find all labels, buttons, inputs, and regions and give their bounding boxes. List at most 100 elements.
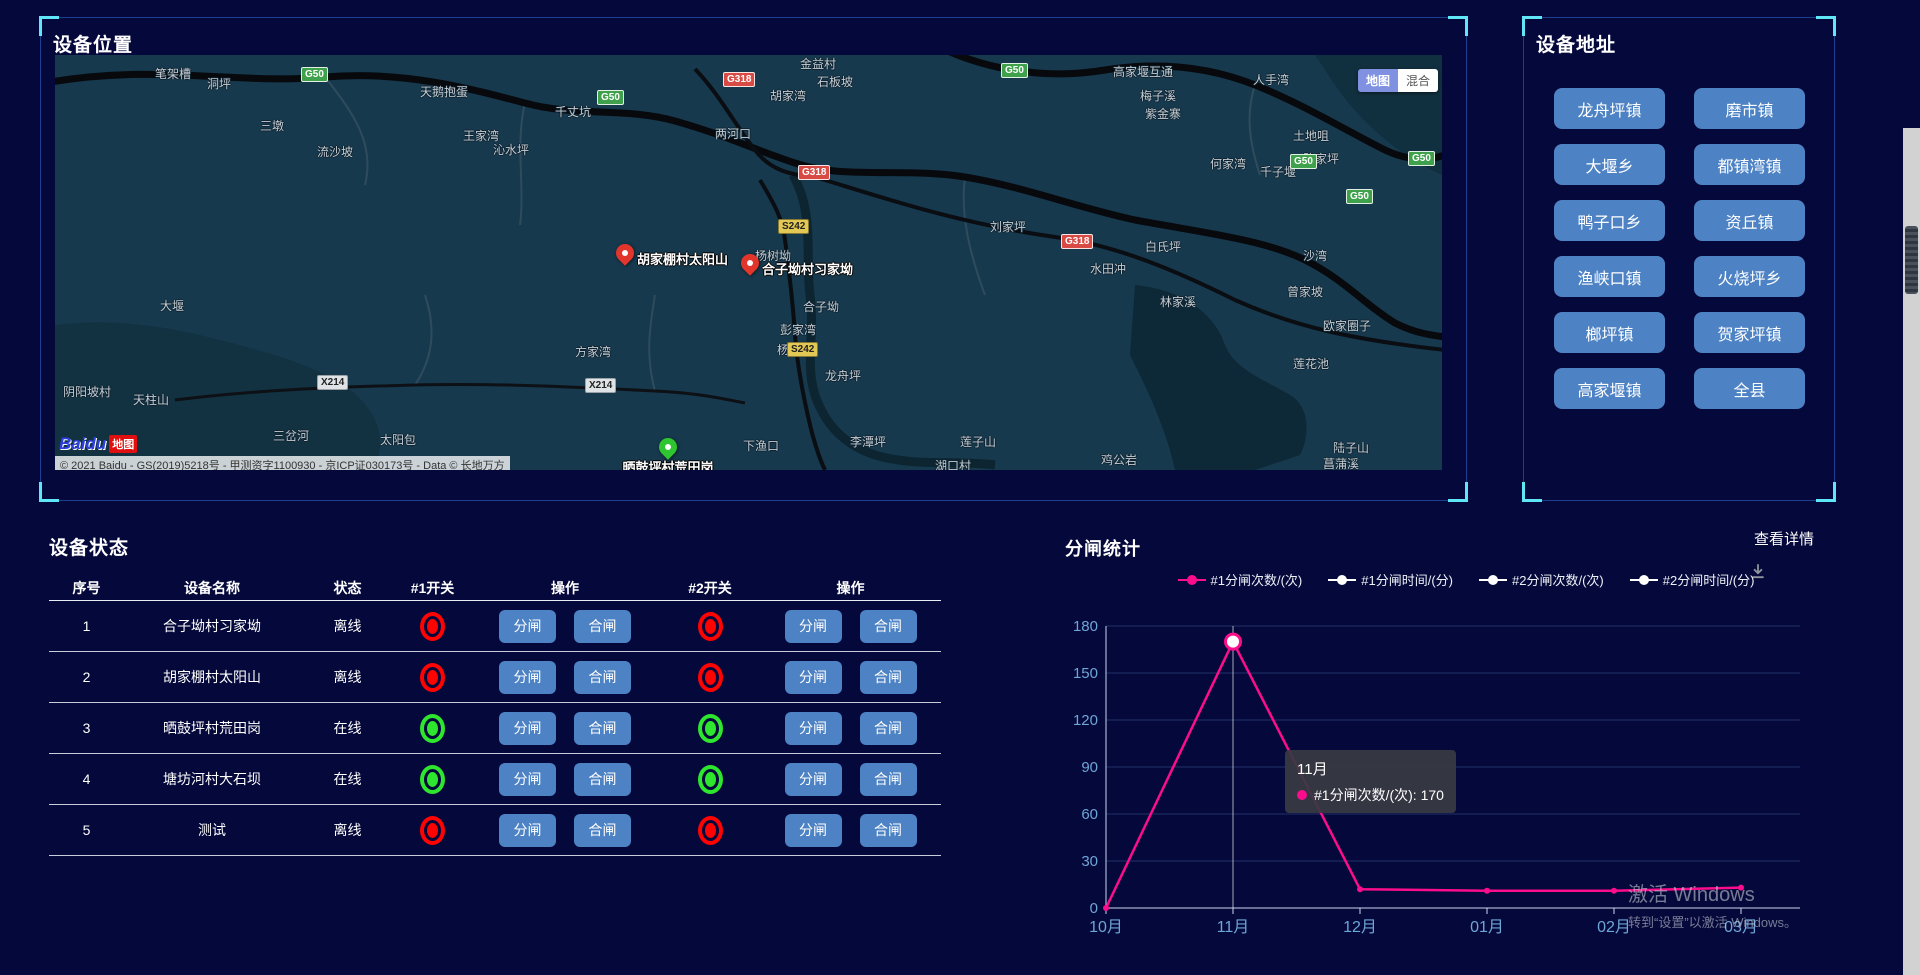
scrollbar-track[interactable] (1903, 128, 1920, 975)
windows-activation-watermark: 激活 Windows 转到“设置”以激活 Windows。 (1628, 878, 1797, 931)
map-place-label: 胡家湾 (770, 87, 806, 104)
legend-item-#1分闸次数/(次)[interactable]: #1分闸次数/(次) (1178, 570, 1303, 589)
legend-item-#2分闸次数/(次)[interactable]: #2分闸次数/(次) (1479, 570, 1604, 589)
address-button-鸭子口乡[interactable]: 鸭子口乡 (1554, 200, 1665, 241)
map-type-control[interactable]: 地图混合 (1358, 69, 1438, 92)
address-button-全县[interactable]: 全县 (1694, 368, 1805, 409)
operation-buttons: 分闸合闸 (499, 661, 631, 694)
close-switch-button[interactable]: 合闸 (860, 610, 917, 643)
cell-index: 2 (49, 669, 124, 685)
cell-device-name: 晒鼓坪村荒田岗 (124, 718, 300, 738)
address-button-渔峡口镇[interactable]: 渔峡口镇 (1554, 256, 1665, 297)
map-place-label: 沁水坪 (493, 141, 529, 158)
address-button-龙舟坪镇[interactable]: 龙舟坪镇 (1554, 88, 1665, 129)
map-marker-label: 胡家棚村太阳山 (637, 249, 728, 268)
cell-status: 离线 (300, 616, 395, 636)
cell-operations1: 分闸合闸 (470, 712, 660, 745)
map-place-label: 菖蒲溪 (1323, 455, 1359, 470)
cell-switch2 (660, 612, 760, 641)
table-header-row: 序号设备名称状态#1开关操作#2开关操作 (49, 575, 941, 601)
switch1-indicator-red (420, 816, 445, 845)
open-switch-button[interactable]: 分闸 (785, 763, 842, 796)
cell-switch2 (660, 663, 760, 692)
address-button-贺家坪镇[interactable]: 贺家坪镇 (1694, 312, 1805, 353)
corner-decoration (1522, 482, 1542, 502)
open-switch-button[interactable]: 分闸 (785, 712, 842, 745)
table-header-cell: #2开关 (660, 578, 760, 598)
address-button-资丘镇[interactable]: 资丘镇 (1694, 200, 1805, 241)
map-type-option-混合[interactable]: 混合 (1398, 69, 1438, 92)
map-place-label: 高家堰互通 (1113, 63, 1173, 80)
map-place-label: 刘家坪 (990, 218, 1026, 235)
road-badge-X214: X214 (317, 375, 348, 390)
scrollbar-thumb[interactable] (1905, 226, 1918, 294)
cell-operations1: 分闸合闸 (470, 763, 660, 796)
watermark-line2: 转到“设置”以激活 Windows。 (1628, 912, 1797, 931)
close-switch-button[interactable]: 合闸 (574, 610, 631, 643)
switch2-indicator-red (698, 663, 723, 692)
operation-buttons: 分闸合闸 (499, 814, 631, 847)
close-switch-button[interactable]: 合闸 (860, 712, 917, 745)
map-marker-label: 合子坳村习家坳 (762, 259, 853, 278)
view-details-link[interactable]: 查看详情 (1754, 528, 1814, 549)
legend-item-#1分闸时间/(分)[interactable]: #1分闸时间/(分) (1328, 570, 1453, 589)
map-type-option-地图[interactable]: 地图 (1358, 69, 1398, 92)
close-switch-button[interactable]: 合闸 (574, 712, 631, 745)
address-button-都镇湾镇[interactable]: 都镇湾镇 (1694, 144, 1805, 185)
address-button-高家堰镇[interactable]: 高家堰镇 (1554, 368, 1665, 409)
open-switch-button[interactable]: 分闸 (785, 610, 842, 643)
map-marker-label: 晒鼓坪村荒田岗 (622, 457, 713, 470)
open-switch-button[interactable]: 分闸 (499, 814, 556, 847)
data-point[interactable] (1357, 886, 1363, 892)
y-axis-tick-label: 150 (1073, 665, 1098, 682)
device-status-table: 序号设备名称状态#1开关操作#2开关操作 1合子坳村习家坳离线分闸合闸分闸合闸2… (49, 575, 941, 856)
legend-marker-dot (1337, 575, 1347, 585)
address-button-磨市镇[interactable]: 磨市镇 (1694, 88, 1805, 129)
close-switch-button[interactable]: 合闸 (860, 814, 917, 847)
address-button-大堰乡[interactable]: 大堰乡 (1554, 144, 1665, 185)
baidu-map-badge: 地图 (109, 435, 137, 453)
open-switch-button[interactable]: 分闸 (785, 814, 842, 847)
y-axis-tick-label: 90 (1081, 759, 1098, 776)
operation-buttons: 分闸合闸 (499, 763, 631, 796)
baidu-map[interactable]: 地图混合 Baidu 地图 © 2021 Baidu - GS(2019)521… (55, 55, 1442, 470)
map-place-label: 水田冲 (1090, 260, 1126, 277)
cell-operations2: 分闸合闸 (760, 814, 941, 847)
open-switch-button[interactable]: 分闸 (499, 763, 556, 796)
close-switch-button[interactable]: 合闸 (860, 763, 917, 796)
data-point[interactable] (1103, 905, 1109, 911)
data-point[interactable] (1484, 888, 1490, 894)
road-badge-G50: G50 (301, 67, 328, 82)
map-place-label: 紫金寨 (1145, 105, 1181, 122)
close-switch-button[interactable]: 合闸 (860, 661, 917, 694)
device-status-title: 设备状态 (49, 533, 129, 560)
close-switch-button[interactable]: 合闸 (574, 661, 631, 694)
legend-marker (1479, 575, 1507, 585)
data-point[interactable] (1611, 888, 1617, 894)
open-switch-button[interactable]: 分闸 (499, 661, 556, 694)
table-row: 5测试离线分闸合闸分闸合闸 (49, 805, 941, 856)
close-switch-button[interactable]: 合闸 (574, 814, 631, 847)
open-switch-button[interactable]: 分闸 (785, 661, 842, 694)
map-place-label: 林家溪 (1160, 293, 1196, 310)
switch2-indicator-green (698, 765, 723, 794)
legend-item-#2分闸时间/(分)[interactable]: #2分闸时间/(分) (1630, 570, 1755, 589)
highlighted-data-point[interactable] (1226, 634, 1241, 649)
device-location-title: 设备位置 (53, 30, 133, 57)
map-place-label: 金益村 (800, 55, 836, 72)
legend-marker-dot (1639, 575, 1649, 585)
table-header-cell: 设备名称 (124, 578, 300, 598)
cell-switch1 (395, 612, 470, 641)
x-axis-tick-label: 11月 (1217, 919, 1250, 936)
corner-decoration (39, 482, 59, 502)
address-button-火烧坪乡[interactable]: 火烧坪乡 (1694, 256, 1805, 297)
road-badge-G50: G50 (1001, 63, 1028, 78)
open-switch-button[interactable]: 分闸 (499, 712, 556, 745)
x-axis-tick-label: 01月 (1470, 919, 1504, 936)
cell-status: 离线 (300, 667, 395, 687)
address-button-榔坪镇[interactable]: 榔坪镇 (1554, 312, 1665, 353)
close-switch-button[interactable]: 合闸 (574, 763, 631, 796)
cell-switch1 (395, 714, 470, 743)
open-switch-button[interactable]: 分闸 (499, 610, 556, 643)
map-place-label: 土地咀 (1293, 127, 1329, 144)
